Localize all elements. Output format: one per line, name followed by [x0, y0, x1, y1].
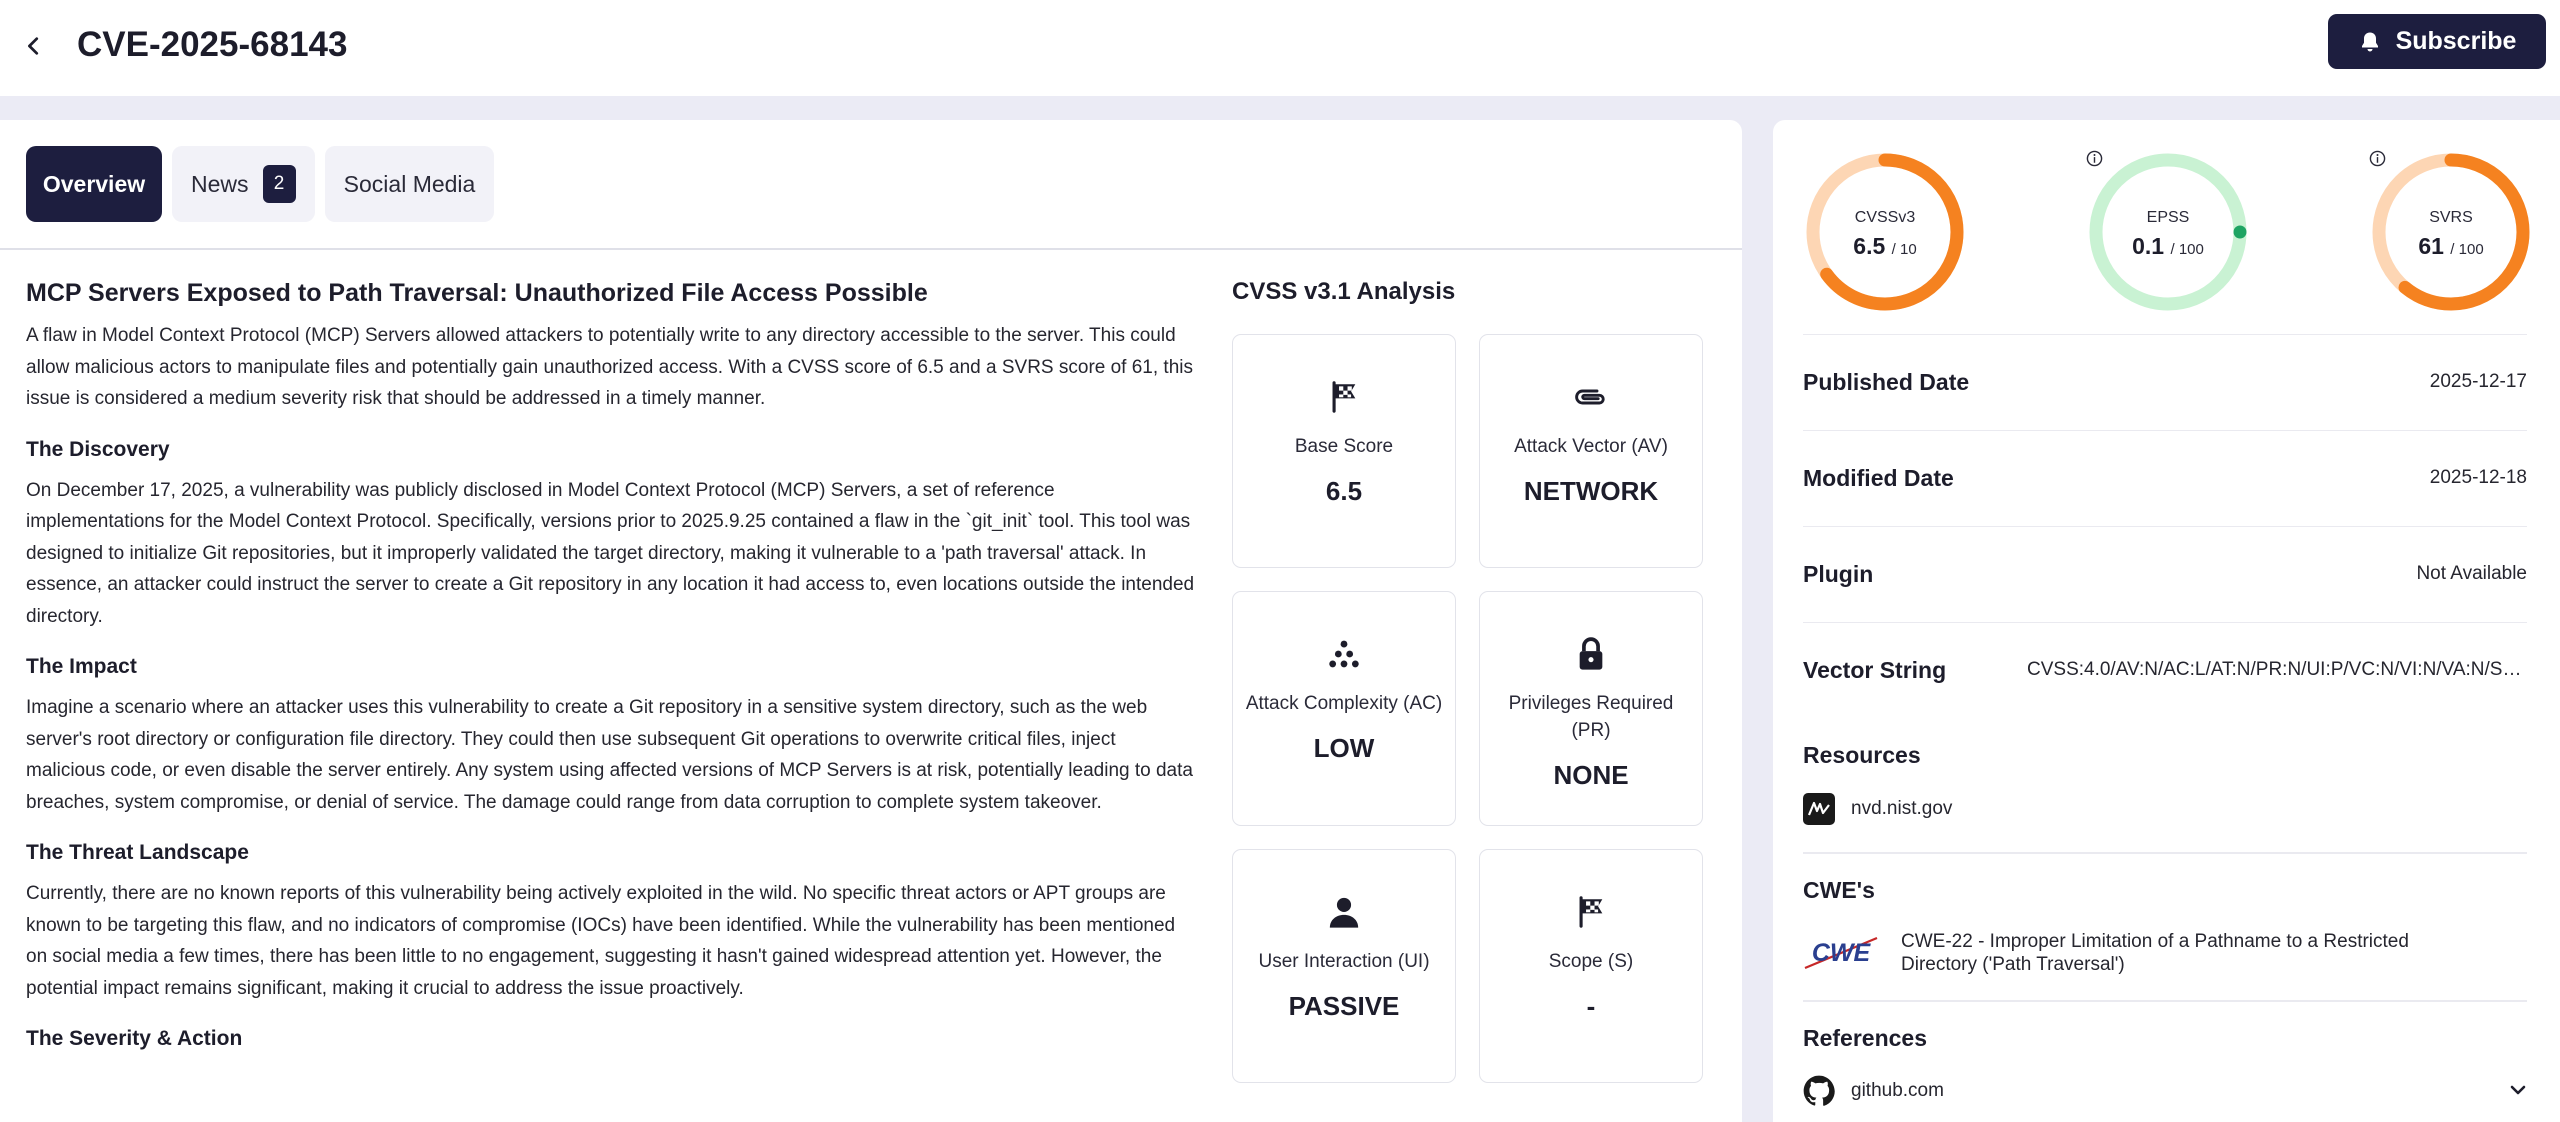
github-icon: [1803, 1075, 1835, 1106]
cvss-card-attack-vector: Attack Vector (AV) NETWORK: [1479, 334, 1703, 568]
subscribe-label: Subscribe: [2395, 27, 2517, 55]
published-date-value: 2025-12-17: [2429, 371, 2527, 392]
side-panel: CVSSv3 6.5 / 10 EPSS 0.1 / 100 SVRS 61 /…: [1773, 120, 2560, 1122]
resources-heading: Resources: [1803, 742, 1921, 768]
cvss-card-label: Privileges Required (PR): [1508, 693, 1674, 741]
top-bar: CVE-2025-68143 Subscribe: [0, 0, 2560, 96]
cwe-text: CWE-22 - Improper Limitation of a Pathna…: [1901, 931, 2409, 975]
gauge-score: 61: [2418, 232, 2444, 259]
gauge-score: 6.5: [1853, 232, 1886, 259]
gauge-label: EPSS: [2146, 208, 2190, 226]
cvss-card-label: Attack Complexity (AC): [1245, 693, 1443, 714]
info-icon[interactable]: [2086, 150, 2103, 167]
cwe-logo-icon: CWE: [1804, 936, 1878, 970]
info-icon[interactable]: [2369, 150, 2386, 167]
gauge-max: / 10: [1891, 240, 1917, 258]
tab-label: News: [191, 170, 249, 197]
vector-string-row: Vector String CVSS:4.0/AV:N/AC:L/AT:N/PR…: [1803, 622, 2527, 717]
cvss-card-attack-complexity: Attack Complexity (AC) LOW: [1232, 591, 1456, 826]
cvss-card-value: PASSIVE: [1288, 991, 1400, 1021]
cvss-card-privileges-required: Privileges Required (PR) NONE: [1479, 591, 1703, 826]
plugin-value: Not Available: [2416, 563, 2527, 584]
references-heading: References: [1803, 1025, 1928, 1051]
cvss-card-label: Attack Vector (AV): [1514, 436, 1668, 457]
dots-triangle-icon: [1326, 636, 1362, 672]
news-count-badge: 2: [262, 165, 296, 203]
checkered-flag-icon: [1326, 379, 1362, 415]
chevron-down-icon[interactable]: [2506, 1078, 2530, 1102]
user-icon: [1326, 894, 1362, 930]
tab-label: Social Media: [343, 170, 476, 197]
tabs-divider: [0, 248, 1742, 250]
modified-date-value: 2025-12-18: [2429, 467, 2527, 488]
back-button[interactable]: [10, 22, 58, 70]
tab-overview[interactable]: Overview: [26, 146, 162, 222]
tab-social-media[interactable]: Social Media: [325, 146, 494, 222]
cvss-card-value: NONE: [1553, 760, 1629, 790]
article: MCP Servers Exposed to Path Traversal: U…: [26, 270, 1198, 1054]
info-label: Modified Date: [1803, 464, 1954, 491]
svg-text:CWE: CWE: [1812, 939, 1872, 967]
section-body-impact: Imagine a scenario where an attacker use…: [26, 697, 1193, 813]
cvss-card-value: LOW: [1313, 733, 1375, 763]
gauge-label: SVRS: [2429, 208, 2473, 226]
cwes-heading: CWE's: [1803, 877, 1875, 903]
divider: [1803, 852, 2527, 854]
divider: [1803, 1000, 2527, 1002]
cvss-card-value: NETWORK: [1523, 476, 1659, 506]
cvss-card-user-interaction: User Interaction (UI) PASSIVE: [1232, 849, 1456, 1083]
checkered-flag-icon: [1573, 894, 1609, 930]
cvss-metrics-grid: Base Score 6.5 Attack Vector (AV) NETWOR…: [1232, 334, 1703, 1083]
cvss-analysis-title: CVSS v3.1 Analysis: [1232, 278, 1456, 305]
subscribe-button[interactable]: Subscribe: [2328, 14, 2546, 69]
resource-link-nvd[interactable]: nvd.nist.gov: [1803, 793, 1952, 825]
cvss-card-label: Scope (S): [1548, 951, 1634, 972]
section-heading-discovery: The Discovery: [26, 437, 170, 461]
section-heading-impact: The Impact: [26, 655, 137, 678]
section-heading-severity-action: The Severity & Action: [26, 1027, 243, 1050]
gauge-score: 0.1: [2132, 232, 2165, 259]
chevron-left-icon: [28, 37, 39, 55]
article-title: MCP Servers Exposed to Path Traversal: U…: [26, 279, 928, 307]
gauge-max: / 100: [2170, 240, 2204, 258]
cvss-card-value: 6.5: [1325, 476, 1363, 506]
cvss-card-value: -: [1586, 991, 1596, 1021]
cvss-card-base-score: Base Score 6.5: [1232, 334, 1456, 568]
section-body-threat-landscape: Currently, there are no known reports of…: [26, 883, 1176, 999]
paperclip-icon: [1573, 379, 1609, 415]
published-date-row: Published Date 2025-12-17: [1803, 334, 2527, 429]
tab-bar: Overview News 2 Social Media: [26, 146, 494, 222]
epss-score-gauge: EPSS 0.1 / 100: [2086, 150, 2250, 314]
nvd-logo-icon: [1803, 793, 1835, 825]
info-label: Vector String: [1803, 656, 1947, 683]
gauge-label: CVSSv3: [1854, 208, 1916, 226]
gauge-max: / 100: [2450, 240, 2484, 258]
cvss-card-label: Base Score: [1294, 436, 1394, 457]
cvss-card-label: User Interaction (UI): [1258, 951, 1430, 972]
section-heading-threat-landscape: The Threat Landscape: [26, 841, 249, 864]
tab-label: Overview: [42, 170, 146, 197]
reference-text: github.com: [1851, 1080, 1944, 1101]
bell-icon: [2361, 32, 2378, 51]
svrs-score-gauge: SVRS 61 / 100: [2369, 150, 2533, 314]
resource-text: nvd.nist.gov: [1851, 798, 1953, 819]
reference-link-github[interactable]: github.com: [1803, 1075, 1944, 1107]
modified-date-row: Modified Date 2025-12-18: [1803, 430, 2527, 525]
cvss-score-gauge: CVSSv3 6.5 / 10: [1803, 150, 1967, 314]
info-label: Plugin: [1803, 560, 1874, 587]
main-panel: Overview News 2 Social Media MCP Servers…: [0, 120, 1742, 1122]
vector-string-value[interactable]: CVSS:4.0/AV:N/AC:L/AT:N/PR:N/UI:P/VC:N/V…: [2027, 659, 2527, 681]
cwe-item[interactable]: CWE CWE-22 - Improper Limitation of a Pa…: [1803, 930, 2461, 976]
lock-icon: [1573, 636, 1609, 672]
tab-news[interactable]: News 2: [172, 146, 315, 222]
cvss-card-scope: Scope (S) -: [1479, 849, 1703, 1083]
info-label: Published Date: [1803, 368, 1970, 395]
section-body-discovery: On December 17, 2025, a vulnerability wa…: [26, 479, 1195, 627]
plugin-row: Plugin Not Available: [1803, 526, 2527, 621]
page-title: CVE-2025-68143: [77, 25, 348, 64]
article-intro: A flaw in Model Context Protocol (MCP) S…: [26, 325, 1193, 409]
